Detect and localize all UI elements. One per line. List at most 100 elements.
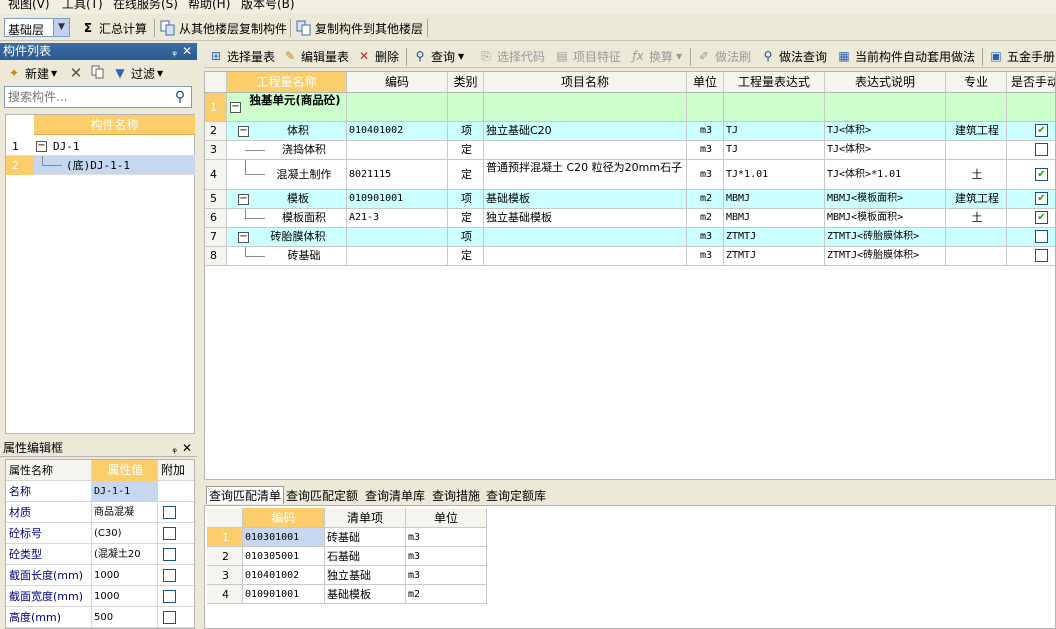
col-header-expression-desc[interactable]: 表达式说明 [825, 72, 946, 92]
cell-major[interactable] [946, 93, 1007, 121]
delete-button[interactable]: ✕ 删除 [356, 47, 399, 65]
chevron-down-icon[interactable]: ▼ [53, 19, 69, 36]
item-feature-button[interactable]: ▤ 项目特征 [554, 47, 621, 65]
property-value[interactable]: (C30) [92, 523, 158, 544]
property-value[interactable]: 500 [92, 607, 158, 628]
manual-checkbox[interactable] [1035, 230, 1048, 243]
cell-code[interactable]: 010401002 [243, 566, 325, 585]
cell-list-item[interactable]: 石基础 [325, 547, 406, 566]
cell-manual[interactable] [1007, 93, 1055, 121]
cell-manual[interactable] [1007, 141, 1055, 159]
cell-manual[interactable]: ✔ [1007, 209, 1055, 227]
search-icon[interactable]: ⚲ [171, 88, 189, 106]
cell-code[interactable]: 010305001 [243, 547, 325, 566]
cell-major[interactable] [946, 247, 1007, 265]
cell-project[interactable] [484, 228, 687, 246]
cell-expression-desc[interactable] [825, 93, 946, 121]
col-header-major[interactable]: 专业 [946, 72, 1007, 92]
cell-unit[interactable]: m3 [687, 228, 724, 246]
tab-query-matching-list[interactable]: 查询匹配清单 [206, 486, 285, 504]
tab-query-matching-quota[interactable]: 查询匹配定额 [286, 487, 358, 504]
cell-expression[interactable] [724, 93, 825, 121]
cell-major[interactable] [946, 228, 1007, 246]
cell-name[interactable]: 浇捣体积 [227, 141, 347, 159]
cell-category[interactable]: 项 [448, 122, 484, 140]
property-value[interactable]: 商品混凝 [92, 502, 158, 523]
cell-expression-desc[interactable]: ZTMTJ<砖胎膜体积> [825, 247, 946, 265]
property-value[interactable]: (混凝土20 [92, 544, 158, 565]
cell-expression-desc[interactable]: TJ<体积> [825, 122, 946, 140]
query-button[interactable]: ⚲ 查询 ▼ [412, 47, 465, 65]
cell-code[interactable]: 8021115 [347, 160, 448, 189]
col-header-unit[interactable]: 单位 [687, 72, 724, 92]
cell-project[interactable]: 独立基础模板 [484, 209, 687, 227]
grid-row[interactable]: 1 − 独基单元(商品砼) [205, 93, 1055, 122]
collapse-icon[interactable]: − [230, 102, 241, 113]
cell-project[interactable]: 普通预拌混凝土 C20 粒径为20mm石子 [484, 160, 687, 189]
cell-code[interactable] [347, 228, 448, 246]
cell-expression-desc[interactable]: TJ<体积>*1.01 [825, 160, 946, 189]
cell-code[interactable]: 010901001 [243, 585, 325, 604]
extra-checkbox[interactable] [163, 527, 176, 540]
grid-row[interactable]: 7 − 砖胎膜体积 项 m3 ZTMTJ ZTMTJ<砖胎膜体积> [205, 228, 1055, 247]
menu-help[interactable]: 帮助(H) [188, 0, 230, 12]
delete-component-button[interactable]: ✕ [68, 64, 87, 82]
component-row[interactable]: 2 (底)DJ-1-1 [6, 156, 195, 175]
cell-unit[interactable]: m2 [406, 585, 487, 604]
grid-row[interactable]: 8 砖基础 定 m3 ZTMTJ ZTMTJ<砖胎膜体积> [205, 247, 1055, 266]
cell-manual[interactable]: ✔ [1007, 190, 1055, 208]
method-brush-button[interactable]: ✐ 做法刷 [696, 47, 751, 65]
cell-project[interactable] [484, 141, 687, 159]
menu-online-service[interactable]: 在线服务(S) [113, 0, 178, 12]
pin-icon[interactable]: ᵩ [172, 43, 177, 60]
extra-checkbox[interactable] [163, 611, 176, 624]
manual-checkbox[interactable]: ✔ [1035, 211, 1048, 224]
menu-version[interactable]: 版本号(B) [241, 0, 295, 12]
extra-checkbox[interactable] [163, 590, 176, 603]
cell-unit[interactable]: m2 [687, 190, 724, 208]
cell-code[interactable]: 010901001 [347, 190, 448, 208]
property-value[interactable]: 1000 [92, 565, 158, 586]
cell-code[interactable] [347, 141, 448, 159]
cell-unit[interactable]: m3 [406, 566, 487, 585]
col-header-unit[interactable]: 单位 [406, 508, 487, 528]
cell-project[interactable]: 基础模板 [484, 190, 687, 208]
col-header-name[interactable]: 工程量名称 [227, 72, 347, 92]
cell-category[interactable]: 定 [448, 160, 484, 189]
convert-button[interactable]: ƒx 换算 ▼ [630, 47, 682, 65]
property-row[interactable]: 砼类型 (混凝土20 [6, 544, 194, 565]
grid-row[interactable]: 3 浇捣体积 定 m3 TJ TJ<体积> [205, 141, 1055, 160]
copy-component-button[interactable] [90, 64, 109, 82]
collapse-icon[interactable]: − [36, 141, 47, 152]
manual-checkbox[interactable]: ✔ [1035, 168, 1048, 181]
select-code-button[interactable]: ⎘ 选择代码 [478, 47, 545, 65]
col-header-list-item[interactable]: 清单项 [325, 508, 406, 528]
cell-name[interactable]: − 独基单元(商品砼) [227, 93, 347, 121]
cell-unit[interactable]: m3 [687, 160, 724, 189]
floor-select[interactable]: 基础层 ▼ [4, 18, 70, 37]
property-row[interactable]: 材质 商品混凝 [6, 502, 194, 523]
grid-row[interactable]: 2 − 体积 010401002 项 独立基础C20 m3 TJ TJ<体积> … [205, 122, 1055, 141]
cell-name[interactable]: 砖基础 [227, 247, 347, 265]
filter-button[interactable]: ▼ 过滤 ▼ [112, 64, 163, 82]
manual-checkbox[interactable] [1035, 249, 1048, 262]
cell-expression[interactable]: TJ*1.01 [724, 160, 825, 189]
tab-query-measures[interactable]: 查询措施 [432, 487, 480, 504]
menu-view[interactable]: 视图(V) [8, 0, 50, 12]
cell-expression-desc[interactable]: MBMJ<模板面积> [825, 190, 946, 208]
cell-major[interactable]: 土 [946, 160, 1007, 189]
pin-icon[interactable]: ᵩ [172, 440, 177, 457]
cell-expression-desc[interactable]: TJ<体积> [825, 141, 946, 159]
cell-unit[interactable]: m3 [687, 141, 724, 159]
col-header-category[interactable]: 类别 [448, 72, 484, 92]
component-row[interactable]: 1 − DJ-1 [6, 137, 195, 156]
cell-name[interactable]: 混凝土制作 [227, 160, 347, 189]
property-row[interactable]: 砼标号 (C30) [6, 523, 194, 544]
copy-from-floor-button[interactable]: 从其他楼层复制构件 [160, 19, 287, 37]
menu-tools[interactable]: 工具(T) [62, 0, 103, 12]
cell-manual[interactable] [1007, 247, 1055, 265]
cell-code[interactable]: 010401002 [347, 122, 448, 140]
collapse-icon[interactable]: − [238, 126, 249, 137]
auto-apply-method-button[interactable]: ▦ 当前构件自动套用做法 [836, 47, 975, 65]
cell-list-item[interactable]: 独立基础 [325, 566, 406, 585]
